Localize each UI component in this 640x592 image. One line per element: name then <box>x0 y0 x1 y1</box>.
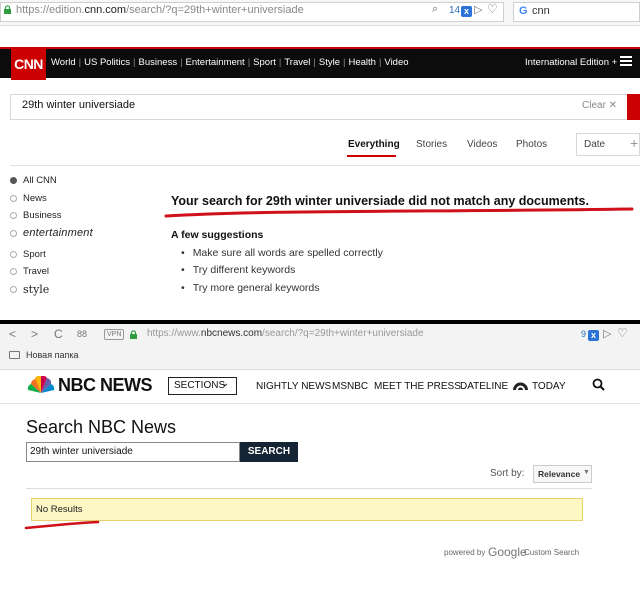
heart-icon[interactable]: ♡ <box>617 326 628 340</box>
radio-news[interactable] <box>10 195 17 202</box>
nbc-peacock-icon <box>27 376 55 393</box>
sort-value: Relevance <box>538 469 581 479</box>
reload-icon[interactable]: C <box>54 327 63 341</box>
tracker-count: 9 <box>581 329 587 339</box>
nav-item-sport[interactable]: Sport <box>253 57 276 68</box>
nbc-search-query[interactable]: 29th winter universiade <box>30 446 133 457</box>
powered-by-label: powered by <box>444 548 486 557</box>
nav-item-business[interactable]: Business <box>139 57 178 68</box>
nav-item-world[interactable]: World <box>51 57 76 68</box>
cnn-search-query[interactable]: 29th winter universiade <box>22 99 135 111</box>
page-title: Search NBC News <box>26 417 177 437</box>
suggestion-item: Make sure all words are spelled correctl… <box>181 247 383 259</box>
blocker-badge-icon[interactable]: x <box>461 6 472 17</box>
sections-label: SECTIONS <box>174 380 226 391</box>
red-annotation-underline <box>164 207 634 218</box>
custom-search-label: Custom Search <box>524 548 580 557</box>
nav-today[interactable]: TODAY <box>532 381 566 392</box>
cnn-nav-links: World | US Politics | Business | Entertainment… <box>51 57 409 68</box>
tracker-count: 14 <box>449 5 461 16</box>
red-annotation-underline <box>24 520 100 530</box>
heart-icon[interactable]: ♡ <box>487 2 498 16</box>
date-filter-label: Date <box>584 139 606 150</box>
today-sun-icon <box>513 382 528 390</box>
back-icon[interactable]: < <box>9 327 16 341</box>
search-icon[interactable] <box>592 378 605 391</box>
lock-icon <box>130 330 137 339</box>
bookmark-folder[interactable]: Новая папка <box>26 350 78 360</box>
nav-item-health[interactable]: Health <box>348 57 375 68</box>
nav-item-style[interactable]: Style <box>319 57 340 68</box>
tab-divider <box>10 165 640 166</box>
filter-style[interactable]: style <box>23 283 49 296</box>
chevron-down-icon: ⌄ <box>221 378 230 389</box>
radio-travel[interactable] <box>10 268 17 275</box>
search-button[interactable]: SEARCH <box>240 442 298 462</box>
radio-style[interactable] <box>10 286 17 293</box>
google-logo: Google <box>488 545 527 559</box>
play-icon[interactable]: ▷ <box>474 3 482 16</box>
cnn-logo[interactable]: CNN <box>11 49 46 80</box>
google-icon: G <box>519 5 528 17</box>
tab-everything[interactable]: Everything <box>348 139 400 150</box>
tab-photos[interactable]: Photos <box>516 139 547 150</box>
filter-sport[interactable]: Sport <box>23 249 46 260</box>
filter-news[interactable]: News <box>23 193 47 204</box>
play-icon[interactable]: ▷ <box>603 327 611 340</box>
folder-icon <box>9 351 20 359</box>
tab-videos[interactable]: Videos <box>467 139 497 150</box>
vpn-badge[interactable]: VPN <box>104 329 125 340</box>
nav-item-us-politics[interactable]: US Politics <box>84 57 130 68</box>
blocker-badge-icon[interactable]: x <box>588 330 599 341</box>
cnn-url[interactable]: https://edition.cnn.com/search/?q=29th+w… <box>16 4 304 16</box>
suggestion-item: Try more general keywords <box>181 282 320 294</box>
nbc-news-logo[interactable]: NBC NEWS <box>58 375 153 396</box>
edition-selector[interactable]: International Edition + <box>525 57 617 68</box>
filter-business[interactable]: Business <box>23 210 62 221</box>
search-submit-button[interactable] <box>627 94 640 120</box>
filter-travel[interactable]: Travel <box>23 266 49 277</box>
suggestions-title: A few suggestions <box>171 229 264 241</box>
radio-entertainment[interactable] <box>10 230 17 237</box>
nav-nightly-news[interactable]: NIGHTLY NEWS <box>256 381 331 392</box>
search-icon[interactable]: ⌕ <box>432 3 438 16</box>
radio-sport[interactable] <box>10 251 17 258</box>
nav-msnbc[interactable]: MSNBC <box>332 381 368 392</box>
no-results-notice <box>31 498 583 521</box>
results-divider <box>26 488 592 489</box>
caret-down-icon: ▼ <box>583 469 590 476</box>
sort-label: Sort by: <box>490 468 525 479</box>
lock-icon <box>4 5 11 14</box>
browser-search-text[interactable]: cnn <box>532 5 550 17</box>
menu-icon[interactable] <box>620 56 632 68</box>
tab-stories[interactable]: Stories <box>416 139 447 150</box>
nav-item-video[interactable]: Video <box>384 57 408 68</box>
nav-dateline[interactable]: DATELINE <box>460 381 508 392</box>
nbc-url[interactable]: https://www.nbcnews.com/search/?q=29th+w… <box>147 328 424 339</box>
filter-entertainment[interactable]: entertainment <box>23 227 93 239</box>
filter-all-cnn[interactable]: All CNN <box>23 175 57 186</box>
radio-business[interactable] <box>10 212 17 219</box>
nav-item-travel[interactable]: Travel <box>284 57 310 68</box>
plus-icon[interactable]: + <box>630 135 638 151</box>
no-results-text: No Results <box>36 504 83 515</box>
clear-button[interactable]: Clear ✕ <box>582 100 617 111</box>
nav-item-entertainment[interactable]: Entertainment <box>186 57 245 68</box>
forward-icon[interactable]: > <box>31 327 38 341</box>
nav-meet-the-press[interactable]: MEET THE PRESS <box>374 381 461 392</box>
radio-all-cnn[interactable] <box>10 177 17 184</box>
suggestion-item: Try different keywords <box>181 264 296 276</box>
grid-icon[interactable]: 88 <box>77 329 87 339</box>
active-tab-indicator <box>347 155 396 157</box>
